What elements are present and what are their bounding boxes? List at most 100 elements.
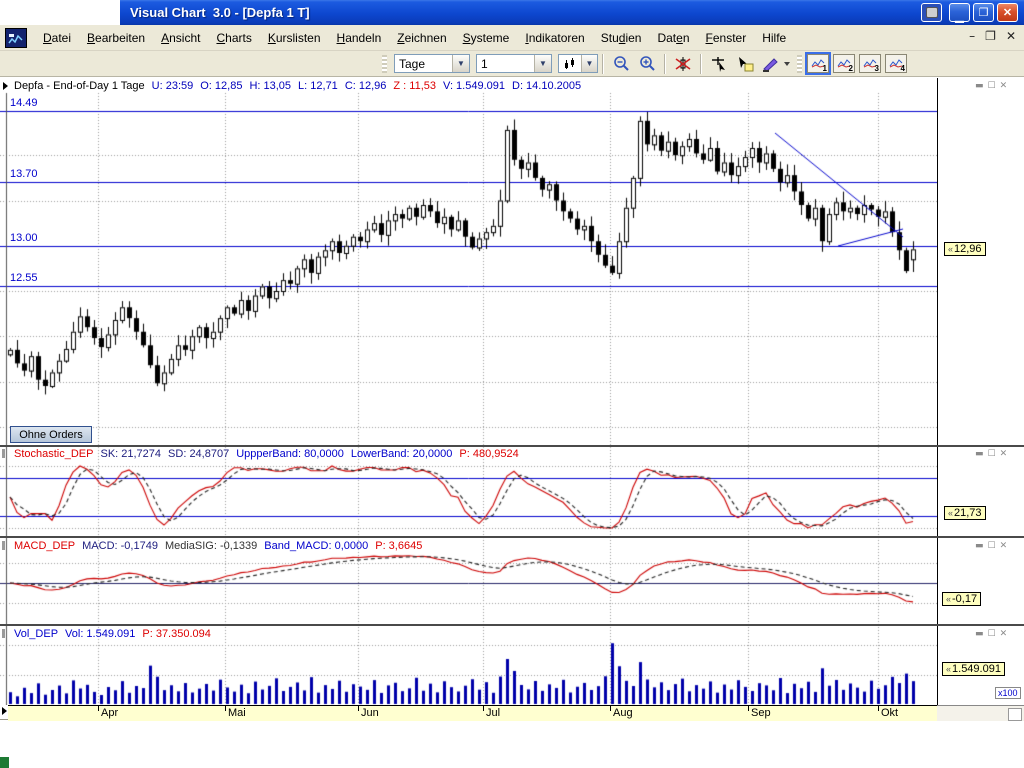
chart-window-button-1[interactable]: 1 — [807, 54, 829, 73]
stochastic-data-line: Stochastic_DEPSK: 21,7274SD: 24,8707Uppp… — [14, 448, 526, 460]
volume-header-segment: Vol_DEP — [14, 628, 58, 640]
crossed-candle-icon — [674, 56, 692, 72]
chart-header-segment: O: 12,85 — [200, 80, 242, 92]
stochastic-header-segment: P: 480,9524 — [459, 448, 518, 460]
window-square-button[interactable] — [921, 3, 942, 22]
separator — [700, 54, 702, 74]
month-label-apr: Apr — [101, 707, 118, 719]
menu-item-indikatoren[interactable]: Indikatoren — [517, 28, 592, 48]
zoom-out-icon — [613, 55, 630, 72]
chevron-down-icon[interactable]: ▼ — [534, 55, 551, 72]
chart-window-button-2[interactable]: 2 — [833, 54, 855, 73]
pane-minimize-icon[interactable]: ▬ — [975, 449, 984, 459]
menu-item-bearbeiten[interactable]: Bearbeiten — [79, 28, 153, 48]
pane-close-icon[interactable]: ✕ — [1000, 629, 1008, 639]
period-combobox[interactable]: Tage ▼ — [394, 54, 470, 73]
toolbar: Tage ▼ 1 ▼ ▼ — [0, 51, 1024, 77]
macd-header-segment: P: 3,6645 — [375, 540, 422, 552]
restore-button[interactable]: ❐ — [973, 3, 994, 22]
crosshair-pointer-button[interactable] — [707, 52, 731, 75]
chevron-down-icon[interactable]: ▼ — [452, 55, 469, 72]
stochastic-header-segment: Stochastic_DEP — [14, 448, 93, 460]
pane-close-icon[interactable]: ✕ — [1000, 541, 1008, 551]
brush-icon — [761, 56, 791, 72]
price-line-label: 14.49 — [10, 97, 38, 109]
vol-pane-controls: ▬ ☐ ✕ — [975, 629, 1007, 639]
mdi-restore-icon[interactable]: ❐ — [985, 29, 996, 43]
chart-plot-area[interactable] — [0, 78, 937, 705]
menu-item-fenster[interactable]: Fenster — [698, 28, 755, 48]
minimize-button[interactable]: ▁ — [949, 3, 970, 22]
pane-divider[interactable] — [0, 624, 1024, 626]
square-icon — [926, 7, 938, 18]
pointer-note-icon — [736, 56, 754, 72]
app-icon[interactable] — [5, 28, 27, 48]
pane-minimize-icon[interactable]: ▬ — [975, 81, 984, 91]
time-axis[interactable]: AprMaiJunJulAugSepOkt — [8, 705, 937, 721]
price-line-label: 13.70 — [10, 168, 38, 180]
chart-data-line: Depfa - End-of-Day 1 TageU: 23:59O: 12,8… — [14, 80, 588, 92]
pane-minimize-icon[interactable]: ▬ — [975, 629, 984, 639]
month-tick — [610, 706, 611, 711]
pane-divider[interactable] — [0, 536, 1024, 538]
menu-item-charts[interactable]: Charts — [208, 28, 259, 48]
screen: Visual Chart 3.0 - [Depfa 1 T] ▁ ❐ ✕ Dat… — [0, 0, 1024, 768]
stochastic-header-segment: SD: 24,8707 — [168, 448, 229, 460]
menu-item-hilfe[interactable]: Hilfe — [754, 28, 794, 48]
menu-item-zeichnen[interactable]: Zeichnen — [389, 28, 454, 48]
close-button[interactable]: ✕ — [997, 3, 1018, 22]
resize-box[interactable] — [1008, 708, 1022, 721]
pointer-note-button[interactable] — [733, 52, 757, 75]
menu-item-kurslisten[interactable]: Kurslisten — [260, 28, 329, 48]
arrow-left-icon: « — [948, 508, 953, 518]
pane-divider[interactable] — [0, 445, 1024, 447]
chart-window-button-4[interactable]: 4 — [885, 54, 907, 73]
menu-item-systeme[interactable]: Systeme — [455, 28, 518, 48]
ohne-orders-button[interactable]: Ohne Orders — [10, 426, 92, 443]
month-label-jul: Jul — [486, 707, 500, 719]
pane-close-icon[interactable]: ✕ — [1000, 81, 1008, 91]
pane-minimize-icon[interactable]: ▬ — [975, 541, 984, 551]
menu-item-daten[interactable]: Daten — [649, 28, 697, 48]
volume-data-line: Vol_DEPVol: 1.549.091P: 37.350.094 — [14, 628, 218, 640]
pane-maximize-icon[interactable]: ☐ — [988, 81, 996, 91]
mdi-close-icon[interactable]: ✕ — [1006, 29, 1016, 43]
macd-value-badge: «-0,17 — [942, 592, 981, 606]
separator — [602, 54, 604, 74]
chart-header-segment: D: 14.10.2005 — [512, 80, 581, 92]
menu-item-datei[interactable]: Datei — [35, 28, 79, 48]
chart-header-segment: C: 12,96 — [345, 80, 387, 92]
chevron-down-icon[interactable]: ▼ — [581, 55, 597, 72]
zoom-in-button[interactable] — [635, 52, 659, 75]
pane-close-icon[interactable]: ✕ — [1000, 449, 1008, 459]
month-label-okt: Okt — [881, 707, 898, 719]
pane-maximize-icon[interactable]: ☐ — [988, 449, 996, 459]
header-marker-icon — [3, 82, 8, 90]
mdi-controls: – ❐ ✕ — [969, 29, 1016, 43]
pane-maximize-icon[interactable]: ☐ — [988, 629, 996, 639]
zoom-out-button[interactable] — [609, 52, 633, 75]
macd-data-line: MACD_DEPMACD: -0,1749MediaSIG: -0,1339Ba… — [14, 540, 429, 552]
arrow-left-icon: « — [946, 664, 951, 674]
toolbar-grip[interactable] — [382, 55, 387, 73]
month-tick — [358, 706, 359, 711]
menu-item-handeln[interactable]: Handeln — [329, 28, 390, 48]
charttype-combobox[interactable]: ▼ — [558, 54, 598, 73]
remove-compression-button[interactable] — [671, 52, 695, 75]
taskbar-fragment — [0, 757, 9, 768]
pane-grip — [2, 449, 5, 458]
pane-grip — [2, 629, 5, 638]
menu-item-ansicht[interactable]: Ansicht — [153, 28, 208, 48]
toolbar-grip[interactable] — [797, 55, 802, 73]
month-label-sep: Sep — [751, 707, 771, 719]
price-axis[interactable] — [937, 78, 1024, 705]
menu-item-studien[interactable]: Studien — [593, 28, 650, 48]
compression-value: 1 — [477, 57, 534, 71]
separator — [664, 54, 666, 74]
draw-brush-button[interactable] — [759, 52, 793, 75]
month-label-jun: Jun — [361, 707, 379, 719]
compression-combobox[interactable]: 1 ▼ — [476, 54, 552, 73]
pane-maximize-icon[interactable]: ☐ — [988, 541, 996, 551]
mdi-minimize-icon[interactable]: – — [969, 29, 975, 43]
chart-window-button-3[interactable]: 3 — [859, 54, 881, 73]
